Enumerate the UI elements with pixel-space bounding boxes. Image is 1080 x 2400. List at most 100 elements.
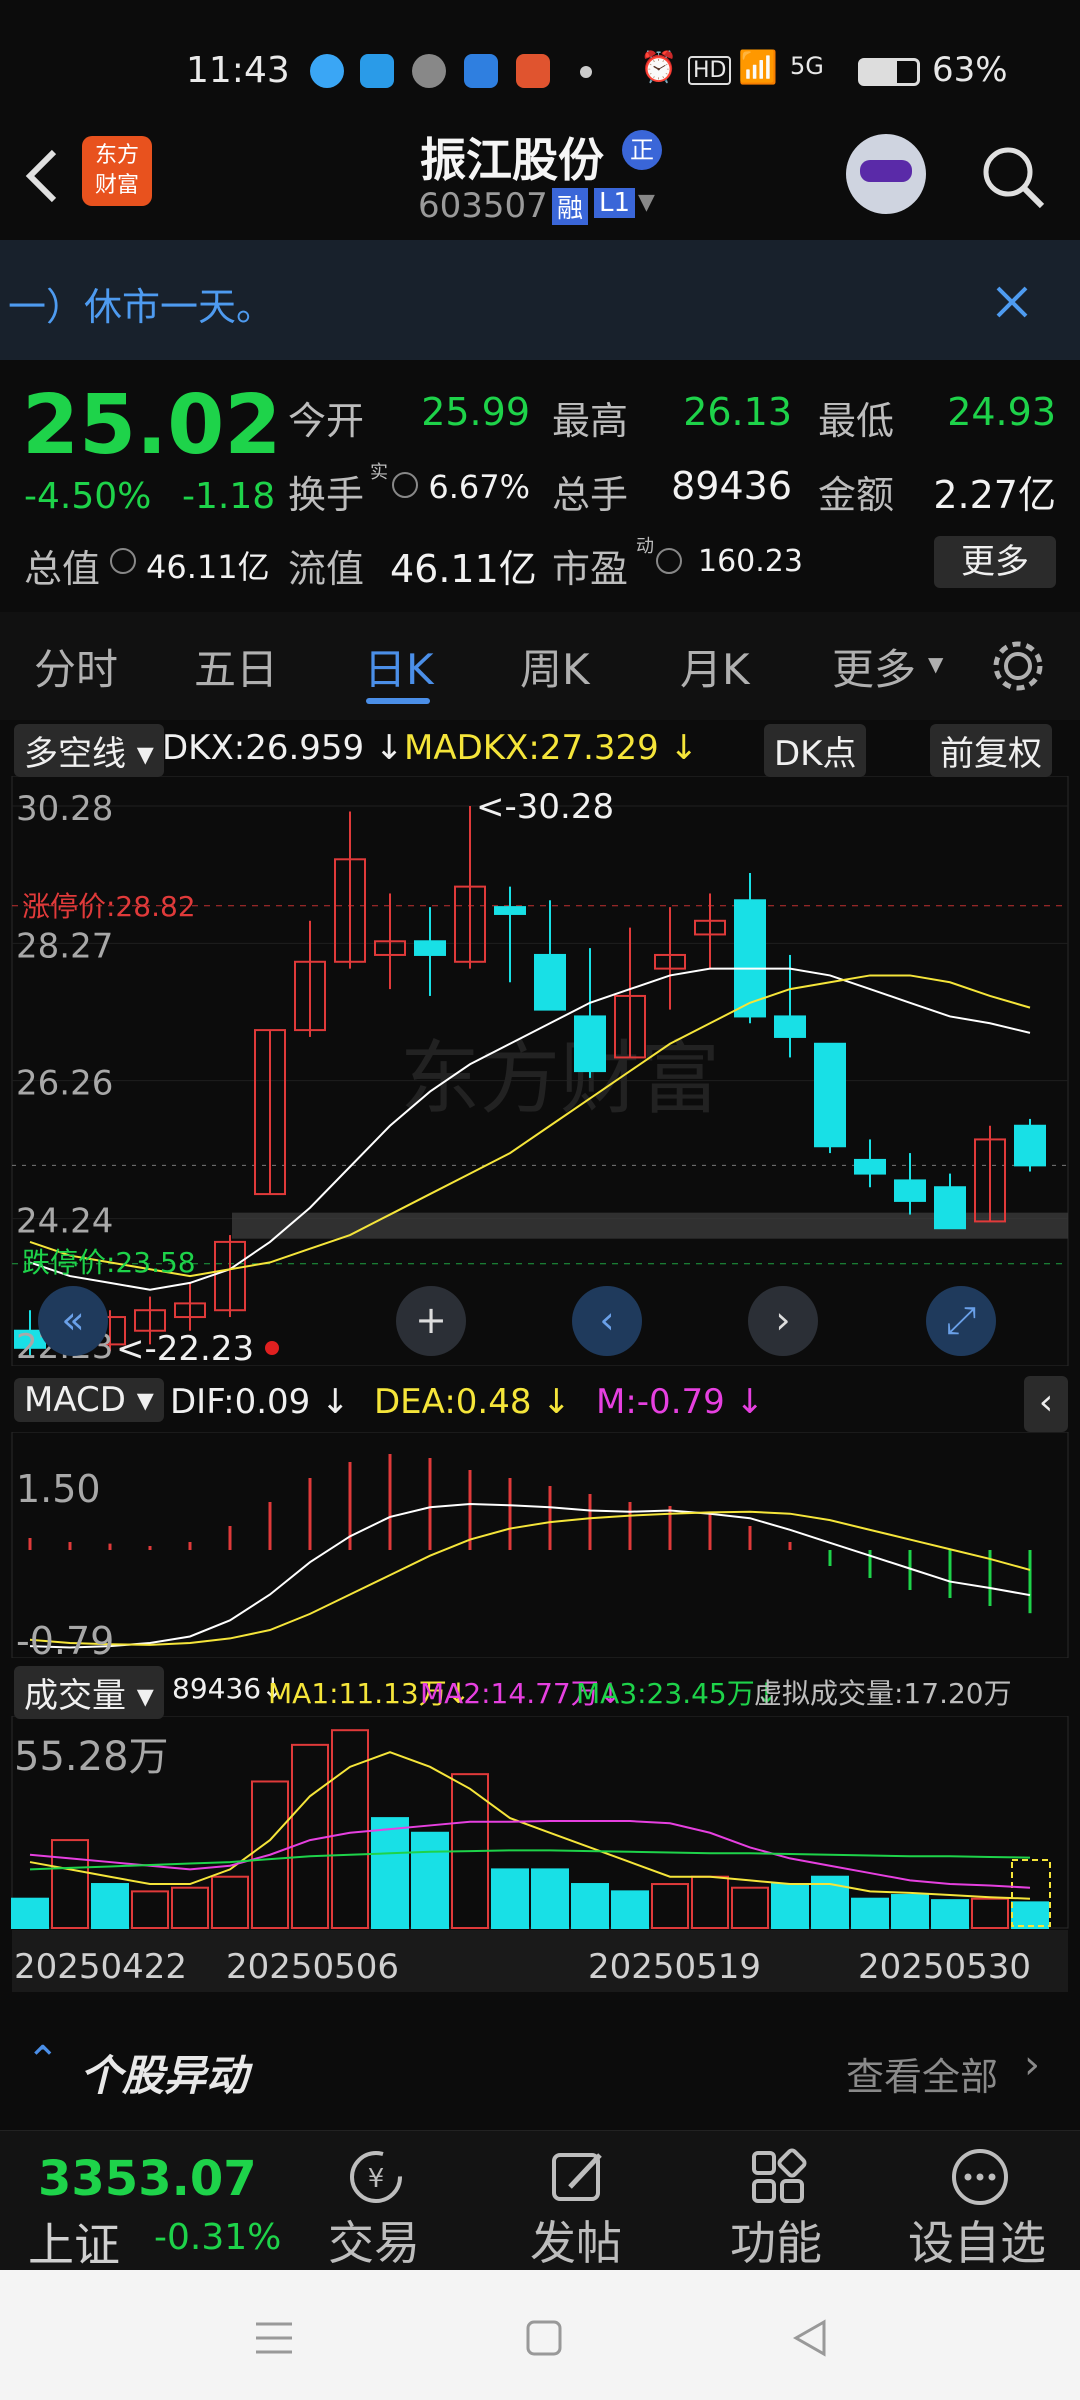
caret-down-icon[interactable]: ▼	[638, 190, 655, 215]
qq-icon	[310, 54, 344, 88]
stock-name: 振江股份	[420, 133, 604, 187]
macd-label: MACD	[24, 1380, 126, 1420]
dot-icon	[580, 66, 592, 78]
volume-bar	[51, 1839, 89, 1929]
ma3-value: MA3:23.45万↓	[576, 1677, 779, 1710]
info-icon[interactable]	[110, 548, 136, 574]
volume-bar	[931, 1899, 969, 1930]
low-label: 最低	[818, 399, 895, 443]
candle-body	[414, 940, 446, 956]
more-button[interactable]: 更多	[934, 536, 1056, 588]
gear-icon[interactable]	[990, 638, 1046, 694]
edit-icon[interactable]	[548, 2147, 608, 2207]
low-value: 24.93	[947, 390, 1056, 434]
volume-select[interactable]: 成交量 ▾	[14, 1666, 164, 1719]
notice-banner[interactable]: 一）休市一天。	[0, 240, 1080, 360]
volume-bar	[571, 1883, 609, 1930]
fullscreen-button[interactable]: ⤢	[926, 1286, 996, 1356]
limit-up-label: 涨停价:28.82	[22, 890, 196, 923]
dif-value: DIF:0.09 ↓	[170, 1382, 350, 1422]
date-label: 20250506	[226, 1947, 399, 1987]
volume-bar	[971, 1897, 1009, 1929]
turnover-label: 换手	[288, 473, 365, 517]
open-label: 今开	[288, 399, 365, 443]
pe-label: 市盈	[552, 547, 629, 591]
back-nav-icon[interactable]	[790, 2318, 830, 2358]
back-icon[interactable]	[22, 146, 62, 206]
zoom-in-button[interactable]: +	[396, 1286, 466, 1356]
high-label: 最高	[552, 399, 629, 443]
next-button[interactable]: ›	[748, 1286, 818, 1356]
trade-icon[interactable]: ¥	[346, 2147, 406, 2207]
indicator-select[interactable]: 多空线 ▾	[14, 724, 164, 777]
ma3-line	[29, 1849, 1031, 1871]
open-value: 25.99	[421, 390, 530, 434]
volume-bar	[731, 1886, 769, 1929]
marker-dot	[265, 1341, 279, 1355]
system-nav-bar	[0, 2270, 1080, 2400]
watchlist-button[interactable]: 设自选	[908, 2207, 1046, 2273]
dk-point-button[interactable]: DK点	[764, 724, 867, 777]
madkx-text: MADKX:27.329	[404, 728, 659, 768]
dkx-line	[29, 967, 1031, 1291]
more-dots-icon[interactable]	[950, 2147, 1010, 2207]
adjust-button[interactable]: 前复权	[930, 724, 1052, 777]
function-button[interactable]: 功能	[730, 2207, 822, 2273]
tab-weekly-k[interactable]: 周K	[520, 636, 590, 697]
change-amount: -1.18	[182, 476, 276, 517]
macd-chart[interactable]: 1.50 -0.79	[0, 1432, 1080, 1658]
kline-header: 多空线 ▾ DKX:26.959 ↓ MADKX:27.329 ↓ DK点 前复…	[0, 720, 1080, 777]
banner-text: 一）休市一天。	[8, 285, 275, 329]
tab-daily-k[interactable]: 日K	[364, 636, 434, 697]
limit-down-label: 跌停价:23.58	[22, 1246, 196, 1279]
robot-avatar[interactable]	[846, 134, 926, 214]
volume-bar	[371, 1817, 409, 1929]
prev-button[interactable]: ‹	[572, 1286, 642, 1356]
battery-icon	[858, 58, 920, 86]
volume-chart[interactable]: 55.28万 20250422 20250506 20250519 20250530	[0, 1716, 1080, 2006]
date-label: 20250422	[14, 1947, 187, 1987]
search-icon[interactable]	[980, 144, 1046, 210]
tab-five-day[interactable]: 五日	[194, 636, 278, 697]
volume-bar	[851, 1897, 889, 1929]
kline-chart[interactable]: 东方财富30.2828.2726.2624.2422.23涨停价:28.82跌停…	[0, 776, 1080, 1366]
close-icon[interactable]	[994, 284, 1030, 320]
volume-bar	[131, 1890, 169, 1929]
collapse-button[interactable]: ‹	[1024, 1376, 1068, 1432]
candle-body	[494, 906, 526, 915]
post-button[interactable]: 发帖	[530, 2207, 622, 2273]
dea-value: DEA:0.48 ↓	[374, 1382, 571, 1422]
rewind-button[interactable]: «	[38, 1286, 108, 1356]
info-icon[interactable]	[392, 472, 418, 498]
home-icon[interactable]	[524, 2318, 564, 2358]
eastmoney-logo[interactable]: 东方 财富	[82, 136, 152, 206]
grid-icon[interactable]	[748, 2147, 808, 2207]
view-all-link[interactable]: 查看全部	[846, 2046, 998, 2101]
date-label: 20250530	[858, 1947, 1031, 1987]
telegram-icon	[360, 54, 394, 88]
volume-label: 成交量	[24, 1676, 126, 1716]
dif-text: DIF:0.09	[170, 1382, 311, 1422]
date-label: 20250519	[588, 1947, 761, 1987]
app-icon	[464, 54, 498, 88]
menu-icon[interactable]	[254, 2318, 294, 2358]
tab-monthly-k[interactable]: 月K	[680, 636, 750, 697]
vol-text: 89436	[172, 1672, 262, 1705]
y-axis-label: 24.24	[16, 1202, 113, 1242]
info-icon[interactable]	[656, 548, 682, 574]
m-value: M:-0.79 ↓	[596, 1382, 765, 1422]
mktcap-value: 46.11亿	[146, 548, 270, 586]
volume-bar	[491, 1868, 529, 1929]
index-value[interactable]: 3353.07	[38, 2151, 257, 2207]
tab-intraday[interactable]: 分时	[34, 636, 118, 697]
volume-bar	[651, 1883, 689, 1930]
tab-more[interactable]: 更多	[832, 636, 916, 697]
macd-select[interactable]: MACD ▾	[14, 1378, 164, 1422]
dkx-text: DKX:26.959	[162, 728, 365, 768]
index-name[interactable]: 上证	[28, 2209, 120, 2275]
candle-body	[934, 1186, 966, 1230]
dea-line	[29, 1510, 1031, 1646]
logo-line1: 东方	[94, 143, 139, 168]
stock-movement-section[interactable]: ⌃ 个股异动 查看全部 ›	[0, 2010, 1080, 2126]
trade-button[interactable]: 交易	[328, 2207, 420, 2273]
